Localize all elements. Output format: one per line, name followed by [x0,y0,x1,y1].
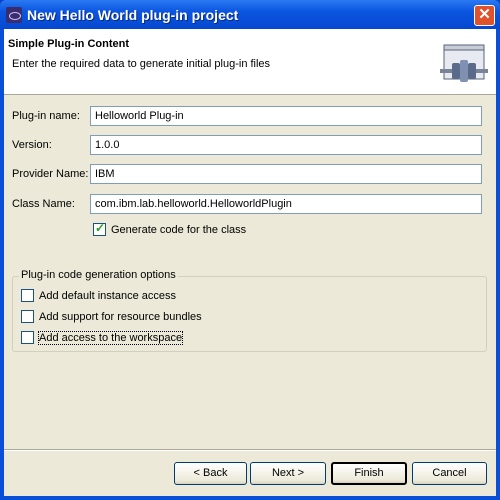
button-separator [4,449,496,451]
workspace-access-checkbox[interactable] [21,331,34,344]
eclipse-icon [6,7,22,23]
back-button[interactable]: < Back [174,462,247,485]
generate-code-checkbox[interactable] [93,221,106,236]
close-button[interactable]: ✕ [474,5,495,26]
resource-bundles-label[interactable]: Add support for resource bundles [39,311,202,323]
generate-code-label[interactable]: Generate code for the class [111,224,246,236]
plugin-wizard-icon [440,44,488,82]
title-bar[interactable]: New Hello World plug-in project ✕ [0,0,500,29]
cancel-button[interactable]: Cancel [412,462,487,485]
plugin-name-label: Plug-in name: [12,110,80,122]
default-instance-checkbox[interactable] [21,289,34,302]
provider-name-input[interactable] [90,164,482,184]
window-title: New Hello World plug-in project [27,7,239,23]
page-description: Enter the required data to generate init… [12,58,271,70]
dialog-client: Simple Plug-in Content Enter the require… [4,29,496,496]
resource-bundles-checkbox[interactable] [21,310,34,323]
class-name-label: Class Name: [12,198,75,210]
class-name-input[interactable] [90,194,482,214]
next-button[interactable]: Next > [250,462,326,485]
workspace-access-label[interactable]: Add access to the workspace [37,331,184,345]
finish-button[interactable]: Finish [331,462,407,485]
provider-name-label: Provider Name: [12,168,89,180]
default-instance-label[interactable]: Add default instance access [39,290,176,302]
dialog-window: New Hello World plug-in project ✕ Simple… [0,0,500,500]
plugin-name-input[interactable] [90,106,482,126]
version-label: Version: [12,139,52,151]
code-generation-options-group: Plug-in code generation options Add defa… [12,269,487,352]
page-title: Simple Plug-in Content [8,38,129,50]
group-title: Plug-in code generation options [19,269,178,281]
version-input[interactable] [90,135,482,155]
wizard-header: Simple Plug-in Content Enter the require… [4,29,496,95]
